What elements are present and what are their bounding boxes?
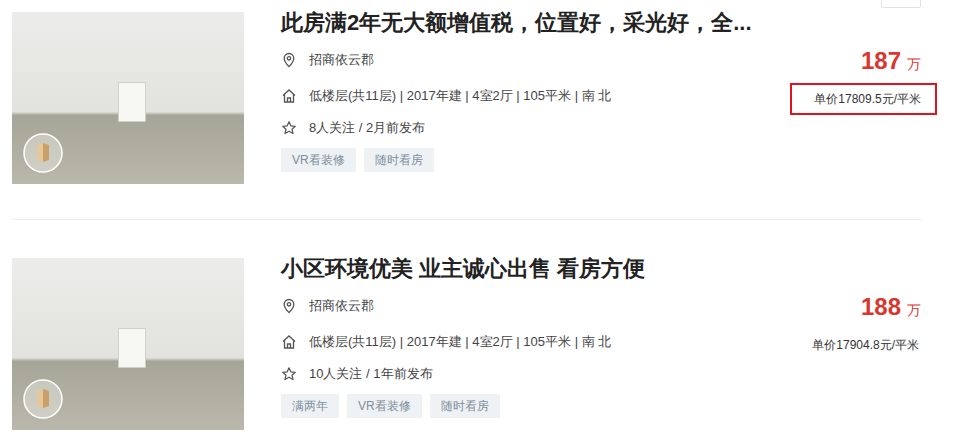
listing-info: 小区环境优美 业主诚心出售 看房方便 招商依云郡 低楼层(共11层) | 201…	[281, 257, 771, 418]
tag-list: VR看装修随时看房	[281, 148, 771, 172]
listing-page: 此房满2年无大额增值税，位置好，采光好，全... 招商依云郡 低楼层(共11层)…	[0, 0, 957, 441]
listing-card[interactable]: 小区环境优美 业主诚心出售 看房方便 招商依云郡 低楼层(共11层) | 201…	[12, 257, 921, 441]
photo-window	[118, 328, 146, 368]
house-icon	[281, 334, 297, 350]
listing-info: 此房满2年无大额增值税，位置好，采光好，全... 招商依云郡 低楼层(共11层)…	[281, 11, 771, 172]
vr-icon[interactable]	[22, 378, 64, 420]
price-column: 187万 单价17809.5元/平米	[771, 11, 921, 115]
vr-icon[interactable]	[22, 132, 64, 174]
location-row: 招商依云郡	[281, 50, 771, 70]
house-photo[interactable]	[12, 258, 244, 430]
total-price: 188万	[861, 294, 921, 323]
tag: VR看装修	[347, 394, 422, 418]
price-column: 188万 单价17904.8元/平米	[771, 257, 921, 361]
listing-title[interactable]: 此房满2年无大额增值税，位置好，采光好，全...	[281, 11, 771, 35]
total-price: 187万	[861, 48, 921, 77]
follow-row: 10人关注 / 1年前发布	[281, 364, 771, 384]
house-icon	[281, 88, 297, 104]
location-pin-icon	[281, 298, 297, 314]
follow-row: 8人关注 / 2月前发布	[281, 118, 771, 138]
follow-info: 8人关注 / 2月前发布	[309, 118, 425, 138]
house-photo[interactable]	[12, 12, 244, 184]
listing-title[interactable]: 小区环境优美 业主诚心出售 看房方便	[281, 257, 771, 281]
unit-price: 单价17809.5元/平米	[790, 83, 937, 115]
house-info: 低楼层(共11层) | 2017年建 | 4室2厅 | 105平米 | 南 北	[309, 332, 611, 352]
location-pin-icon	[281, 52, 297, 68]
tag: 随时看房	[364, 148, 434, 172]
house-info-row: 低楼层(共11层) | 2017年建 | 4室2厅 | 105平米 | 南 北	[281, 86, 771, 106]
tag-list: 满两年 VR看装修随时看房	[281, 394, 771, 418]
community-link[interactable]: 招商依云郡	[309, 296, 374, 316]
house-info: 低楼层(共11层) | 2017年建 | 4室2厅 | 105平米 | 南 北	[309, 86, 611, 106]
house-info-row: 低楼层(共11层) | 2017年建 | 4室2厅 | 105平米 | 南 北	[281, 332, 771, 352]
divider	[12, 219, 921, 220]
top-right-button[interactable]	[881, 0, 921, 8]
star-icon	[281, 120, 297, 136]
tag: VR看装修	[281, 148, 356, 172]
photo-window	[118, 82, 146, 122]
tag: 随时看房	[430, 394, 500, 418]
tag: 满两年	[281, 394, 339, 418]
follow-info: 10人关注 / 1年前发布	[309, 364, 433, 384]
listing-card[interactable]: 此房满2年无大额增值税，位置好，采光好，全... 招商依云郡 低楼层(共11层)…	[12, 11, 921, 219]
unit-price: 单价17904.8元/平米	[810, 329, 921, 361]
community-link[interactable]: 招商依云郡	[309, 50, 374, 70]
star-icon	[281, 366, 297, 382]
location-row: 招商依云郡	[281, 296, 771, 316]
